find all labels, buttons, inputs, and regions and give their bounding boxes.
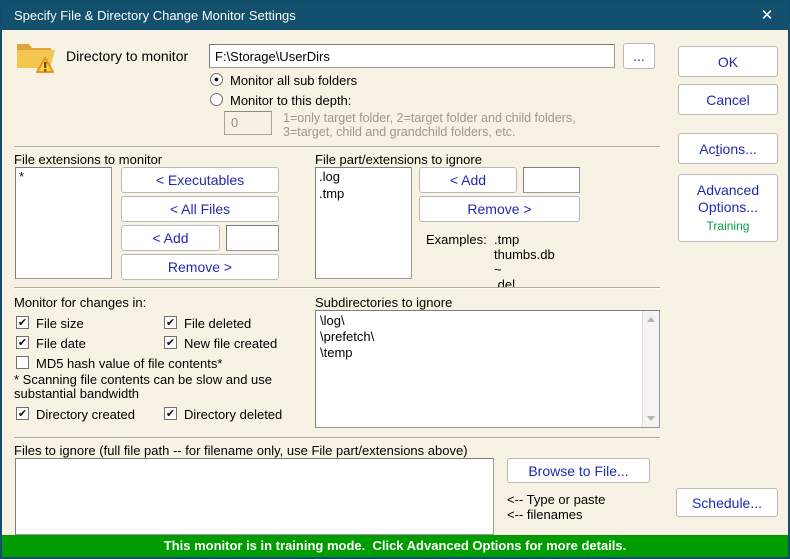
ignore-ext-listbox[interactable]: .log .tmp xyxy=(315,167,412,279)
checkbox-file-size-label[interactable]: File size xyxy=(36,316,84,331)
add-executables-button[interactable]: < Executables xyxy=(121,167,279,193)
checkbox-file-size[interactable]: ✔ xyxy=(16,316,29,329)
cancel-button[interactable]: Cancel xyxy=(678,84,778,115)
list-item[interactable]: .log xyxy=(316,168,411,185)
checkbox-directory-deleted[interactable]: ✔ xyxy=(164,407,177,420)
titlebar: Specify File & Directory Change Monitor … xyxy=(2,2,788,30)
files-hint-line1: <-- Type or paste xyxy=(507,492,605,507)
actions-button[interactable]: Actions... xyxy=(678,133,778,164)
add-all-files-button[interactable]: < All Files xyxy=(121,196,279,222)
depth-hint-line2: 3=target, child and grandchild folders, … xyxy=(283,125,515,139)
subdirs-scrollbar[interactable] xyxy=(642,311,659,427)
list-item[interactable]: .tmp xyxy=(316,185,411,202)
radio-monitor-to-depth[interactable] xyxy=(210,93,223,106)
remove-ignore-ext-button[interactable]: Remove > xyxy=(419,196,580,222)
extensions-label: File extensions to monitor xyxy=(14,152,162,167)
actions-button-label: Actions... xyxy=(699,141,757,157)
subdirs-content[interactable]: \log\ \prefetch\ \temp xyxy=(316,311,642,427)
warning-folder-icon xyxy=(15,38,57,74)
schedule-button[interactable]: Schedule... xyxy=(676,488,778,517)
extension-add-input[interactable] xyxy=(226,225,279,251)
checkbox-directory-created[interactable]: ✔ xyxy=(16,407,29,420)
remove-extension-button[interactable]: Remove > xyxy=(121,254,279,280)
files-ignore-textarea[interactable] xyxy=(15,458,494,535)
depth-input[interactable]: 0 xyxy=(224,111,272,135)
subdirs-textarea[interactable]: \log\ \prefetch\ \temp xyxy=(315,310,660,428)
ok-button[interactable]: OK xyxy=(678,46,778,77)
ignore-ext-add-input[interactable] xyxy=(523,167,580,193)
advanced-options-line1: Advanced xyxy=(697,182,759,199)
checkbox-md5-hash-label[interactable]: MD5 hash value of file contents* xyxy=(36,356,222,371)
example-item: ~ xyxy=(494,262,555,277)
example-item: thumbs.db xyxy=(494,247,555,262)
ignore-ext-label: File part/extensions to ignore xyxy=(315,152,482,167)
training-status-badge: Training xyxy=(707,218,750,235)
depth-hint-line1: 1=only target folder, 2=target folder an… xyxy=(283,111,576,125)
example-item: .del xyxy=(494,277,555,292)
separator xyxy=(14,287,660,289)
advanced-options-line2: Options... xyxy=(698,199,758,216)
add-ignore-ext-button[interactable]: < Add xyxy=(419,167,517,193)
checkbox-file-deleted[interactable]: ✔ xyxy=(164,316,177,329)
checkbox-directory-deleted-label[interactable]: Directory deleted xyxy=(184,407,282,422)
changes-label: Monitor for changes in: xyxy=(14,295,146,310)
training-mode-statusbar: This monitor is in training mode. Click … xyxy=(2,535,788,557)
list-item[interactable]: * xyxy=(16,168,111,185)
checkbox-file-date[interactable]: ✔ xyxy=(16,336,29,349)
extensions-listbox[interactable]: * xyxy=(15,167,112,279)
directory-label: Directory to monitor xyxy=(66,48,188,64)
files-ignore-label: Files to ignore (full file path -- for f… xyxy=(14,443,468,458)
radio-monitor-all-subfolders-label[interactable]: Monitor all sub folders xyxy=(230,73,357,88)
checkbox-md5-hash[interactable] xyxy=(16,356,29,369)
browse-directory-button[interactable]: ... xyxy=(623,43,655,69)
close-icon[interactable]: ✕ xyxy=(750,2,784,30)
separator xyxy=(14,146,660,148)
dialog-title: Specify File & Directory Change Monitor … xyxy=(14,8,296,23)
change-monitor-settings-dialog: Specify File & Directory Change Monitor … xyxy=(0,0,790,559)
scrollbar-up-icon[interactable] xyxy=(647,317,655,322)
checkbox-new-file-created-label[interactable]: New file created xyxy=(184,336,277,351)
scan-note-line1: * Scanning file contents can be slow and… xyxy=(14,372,272,387)
scrollbar-down-icon[interactable] xyxy=(647,416,655,421)
checkbox-directory-created-label[interactable]: Directory created xyxy=(36,407,135,422)
files-hint-line2: <-- filenames xyxy=(507,507,583,522)
checkbox-new-file-created[interactable]: ✔ xyxy=(164,336,177,349)
examples-list: .tmp thumbs.db ~ .del xyxy=(494,232,555,292)
subdirs-label: Subdirectories to ignore xyxy=(315,295,452,310)
example-item: .tmp xyxy=(494,232,555,247)
advanced-options-button[interactable]: Advanced Options... Training xyxy=(678,174,778,242)
scan-note-line2: substantial bandwidth xyxy=(14,386,139,401)
browse-to-file-button[interactable]: Browse to File... xyxy=(507,458,650,483)
checkbox-file-date-label[interactable]: File date xyxy=(36,336,86,351)
checkbox-file-deleted-label[interactable]: File deleted xyxy=(184,316,251,331)
separator xyxy=(14,437,660,439)
examples-label: Examples: xyxy=(426,232,487,247)
add-extension-button[interactable]: < Add xyxy=(121,225,220,251)
directory-input[interactable] xyxy=(209,44,615,68)
radio-monitor-all-subfolders[interactable]: ● xyxy=(210,73,223,86)
radio-monitor-to-depth-label[interactable]: Monitor to this depth: xyxy=(230,93,351,108)
